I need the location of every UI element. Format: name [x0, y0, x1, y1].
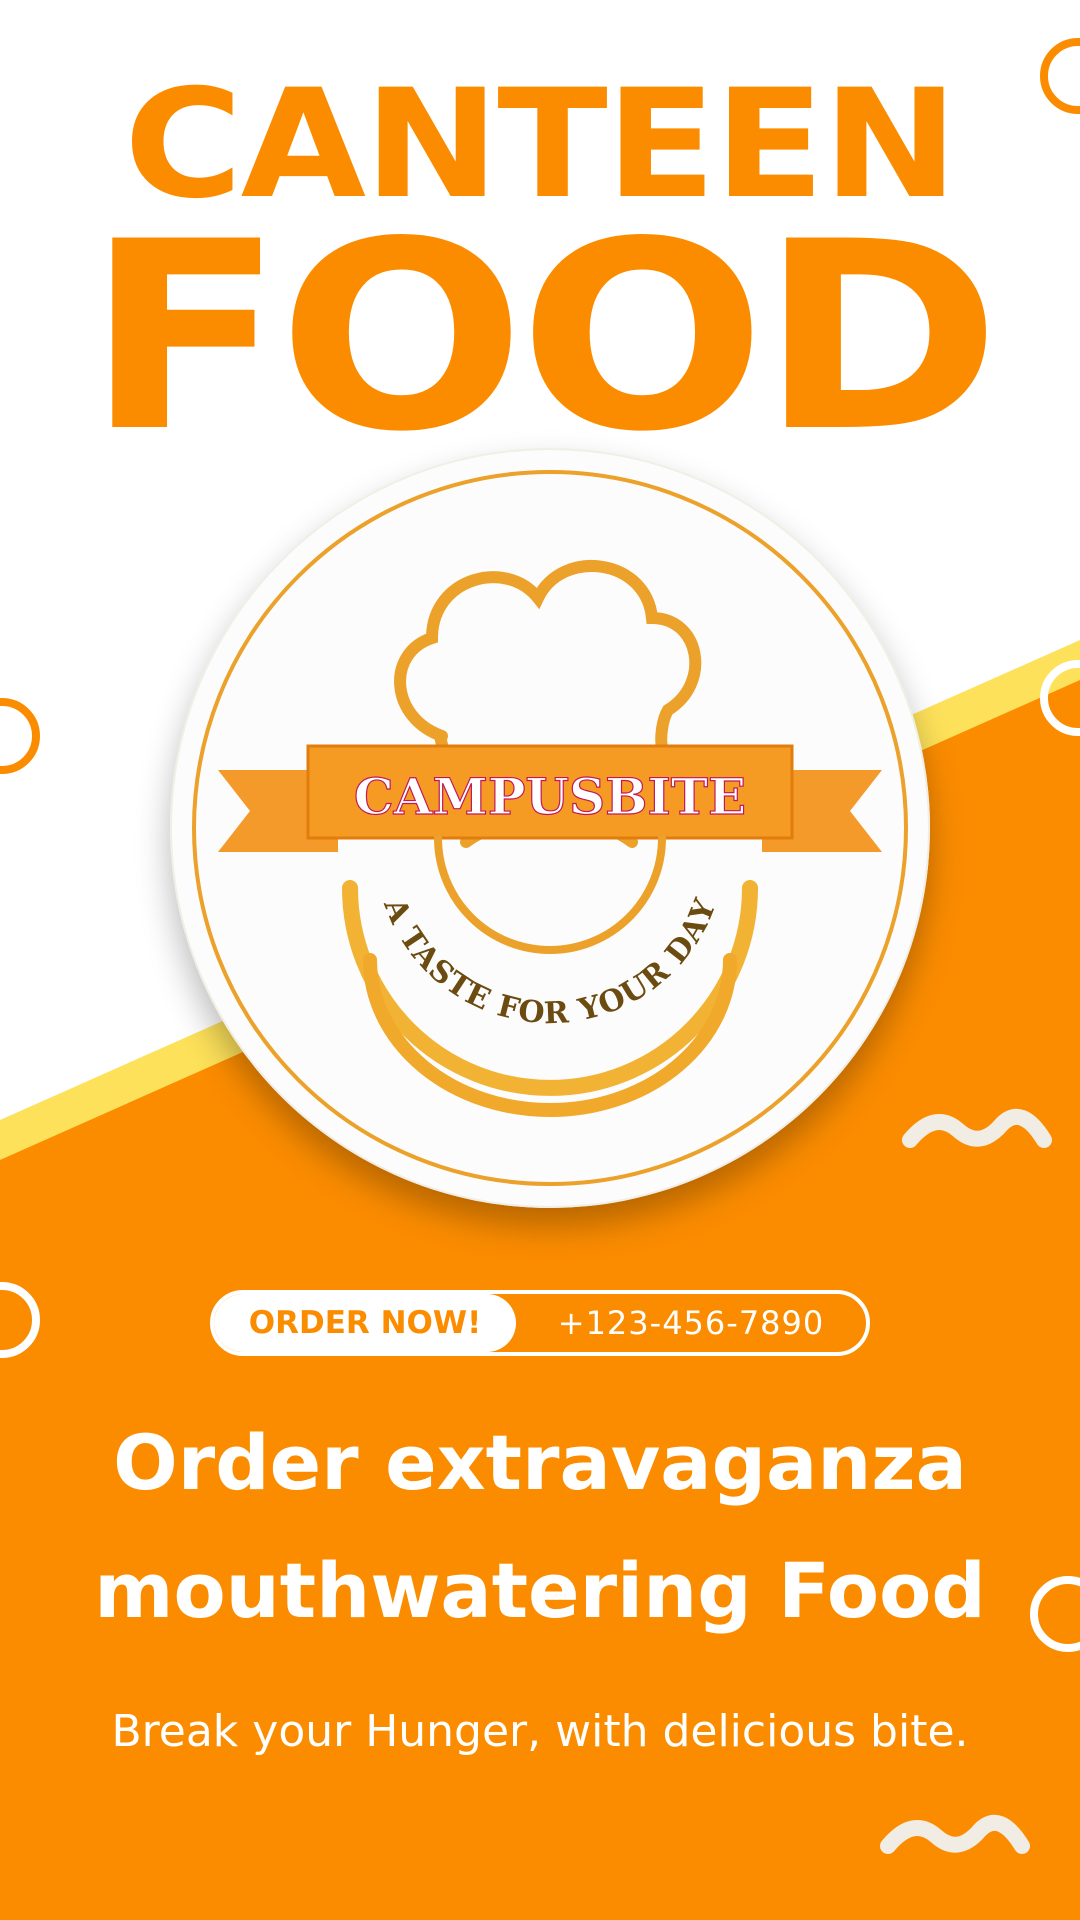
bowl-icon	[342, 834, 758, 1117]
headline-line-1: Order extravaganza	[113, 1418, 967, 1507]
phone-number: +123-456-7890	[557, 1304, 825, 1342]
brand-name: CAMPUSBITE	[354, 767, 746, 826]
title-food: FOOD	[85, 187, 1002, 489]
ring-decoration-left-mid	[0, 698, 40, 774]
order-cta-pill: ORDER NOW! +123-456-7890	[210, 1290, 870, 1356]
order-now-button[interactable]: ORDER NOW!	[214, 1294, 516, 1352]
campusbite-logo: CAMPUSBITE A TASTE FOR YOUR DAY	[170, 448, 930, 1208]
subtext: Break your Hunger, with delicious bite.	[111, 1706, 969, 1757]
headline-line-2: mouthwatering Food	[94, 1546, 986, 1635]
brand-tagline: A TASTE FOR YOUR DAY	[376, 893, 724, 1032]
